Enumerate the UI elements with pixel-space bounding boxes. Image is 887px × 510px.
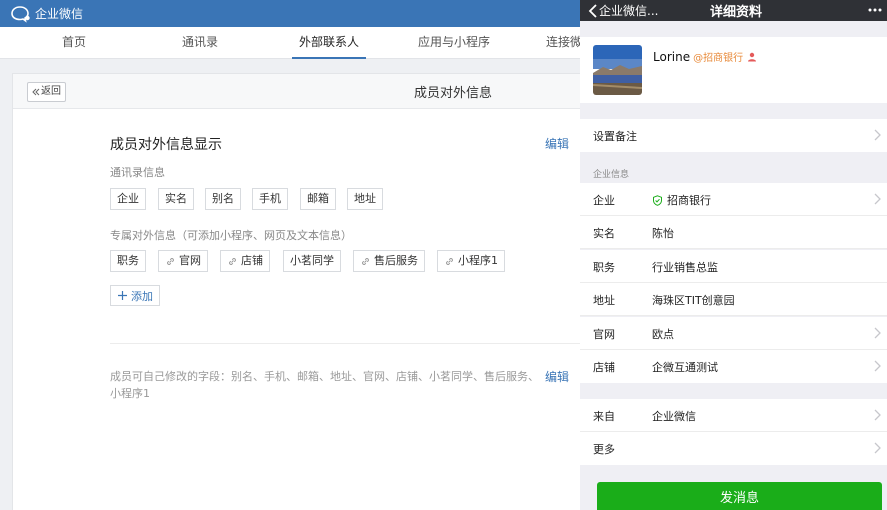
row-label: 官网 — [593, 328, 615, 341]
mobile-profile-view: 企业微信... 详细资料 Lorine @招商银行 设置备注 企业信息 企业 招… — [580, 0, 887, 510]
main-nav: 首页 通讯录 外部联系人 应用与小程序 连接微 — [0, 27, 583, 59]
mobile-header: 企业微信... 详细资料 — [580, 0, 887, 21]
exclusive-chip-miniprogram[interactable]: 小程序1 — [437, 250, 505, 272]
row-value: 陈怡 — [652, 227, 674, 240]
chevron-right-icon — [874, 327, 881, 339]
row-label: 地址 — [593, 294, 615, 307]
exclusive-chip-shop[interactable]: 店铺 — [220, 250, 270, 272]
tab-home[interactable]: 首页 — [62, 27, 86, 59]
field-chip-company: 企业 — [110, 188, 146, 210]
row-value: 企微互通测试 — [652, 361, 718, 374]
mobile-back-button[interactable]: 企业微信... — [588, 2, 658, 19]
chevron-right-icon — [874, 129, 881, 141]
profile-name: Lorine — [653, 49, 691, 64]
chip-label: 官网 — [179, 254, 201, 267]
section-title: 成员对外信息显示 — [110, 137, 222, 153]
row-label: 实名 — [593, 227, 615, 240]
tab-connect[interactable]: 连接微 — [546, 27, 582, 59]
field-chip-address: 地址 — [347, 188, 383, 210]
field-chip-realname: 实名 — [158, 188, 194, 210]
row-label: 来自 — [593, 410, 615, 423]
row-label: 更多 — [593, 443, 615, 456]
row-position: 职务 行业销售总监 — [580, 250, 887, 283]
exclusive-chip-website[interactable]: 官网 — [158, 250, 208, 272]
tab-apps[interactable]: 应用与小程序 — [418, 27, 490, 59]
edit-editable-fields-link[interactable]: 编辑 — [545, 368, 569, 385]
double-chevron-left-icon — [32, 88, 40, 96]
chip-label: 小程序1 — [458, 254, 498, 267]
row-value: 行业销售总监 — [652, 261, 718, 274]
chevron-right-icon — [874, 360, 881, 372]
chevron-right-icon — [874, 193, 881, 205]
row-value: 欧点 — [652, 328, 674, 341]
row-value: 海珠区TIT创意园 — [652, 294, 735, 307]
exclusive-info-label: 专属对外信息（可添加小程序、网页及文本信息） — [110, 229, 352, 242]
panel-title: 成员对外信息 — [414, 86, 493, 101]
row-shop[interactable]: 店铺 企微互通测试 — [580, 350, 887, 383]
row-website[interactable]: 官网 欧点 — [580, 317, 887, 350]
field-chip-email: 邮箱 — [300, 188, 336, 210]
plus-icon — [118, 291, 127, 300]
edit-display-link[interactable]: 编辑 — [545, 135, 569, 152]
verified-shield-icon — [653, 194, 662, 206]
profile-card: Lorine @招商银行 — [580, 37, 887, 103]
row-label: 设置备注 — [593, 130, 637, 143]
tab-external-contacts[interactable]: 外部联系人 — [292, 27, 367, 59]
row-from[interactable]: 来自 企业微信 — [580, 399, 887, 432]
row-label: 店铺 — [593, 361, 615, 374]
more-icon[interactable] — [867, 3, 883, 17]
exclusive-chip-aftersales[interactable]: 售后服务 — [353, 250, 425, 272]
chip-label: 职务 — [117, 254, 139, 267]
row-more[interactable]: 更多 — [580, 432, 887, 465]
row-company[interactable]: 企业 招商银行 — [580, 183, 887, 216]
link-icon — [229, 257, 236, 265]
chip-label: 小茗同学 — [290, 254, 334, 267]
logo[interactable]: 企业微信 — [10, 4, 83, 23]
add-field-label: 添加 — [131, 289, 153, 303]
exclusive-chip-xiaoming[interactable]: 小茗同学 — [283, 250, 341, 272]
person-icon — [748, 52, 757, 61]
divider — [110, 343, 580, 344]
mobile-back-label: 企业微信... — [599, 4, 659, 18]
chevron-right-icon — [874, 409, 881, 421]
row-value: 招商银行 — [652, 192, 711, 208]
avatar-landscape-image — [593, 45, 642, 95]
back-button-label: 返回 — [41, 86, 61, 97]
tab-contacts[interactable]: 通讯录 — [182, 27, 218, 59]
exclusive-chip-position[interactable]: 职务 — [110, 250, 146, 272]
contact-info-label: 通讯录信息 — [110, 166, 165, 179]
wework-logo-icon — [11, 5, 30, 23]
profile-name-line: Lorine @招商银行 — [653, 49, 757, 64]
editable-fields-note: 成员可自己修改的字段：别名、手机、邮箱、地址、官网、店铺、小茗同学、售后服务、小… — [110, 370, 539, 400]
set-remark-row[interactable]: 设置备注 — [580, 119, 887, 152]
link-icon — [446, 257, 453, 265]
mobile-title: 详细资料 — [710, 5, 763, 20]
row-value: 企业微信 — [652, 410, 696, 423]
avatar[interactable] — [593, 45, 642, 95]
panel-header: 返回 成员对外信息 — [13, 74, 583, 109]
link-icon — [362, 257, 369, 265]
logo-text: 企业微信 — [35, 7, 84, 21]
row-label: 企业 — [593, 194, 615, 207]
row-realname: 实名 陈怡 — [580, 216, 887, 249]
member-info-panel: 返回 成员对外信息 成员对外信息显示 编辑 通讯录信息 企业 实名 别名 手机 … — [12, 73, 583, 510]
row-address: 地址 海珠区TIT创意园 — [580, 283, 887, 316]
chip-label: 售后服务 — [374, 254, 418, 267]
link-icon — [167, 257, 174, 265]
chevron-right-icon — [874, 442, 881, 454]
top-bar: 企业微信 — [0, 0, 583, 27]
profile-company-tag: @招商银行 — [693, 53, 744, 64]
field-chip-phone: 手机 — [252, 188, 288, 210]
chip-label: 店铺 — [241, 254, 263, 267]
field-chip-alias: 别名 — [205, 188, 241, 210]
admin-console: 企业微信 首页 通讯录 外部联系人 应用与小程序 连接微 返回 成员对外信息 成… — [0, 0, 583, 510]
send-message-button[interactable]: 发消息 — [597, 482, 882, 510]
row-label: 职务 — [593, 261, 615, 274]
back-button[interactable]: 返回 — [27, 82, 66, 102]
row-value-text: 招商银行 — [667, 194, 711, 207]
add-field-button[interactable]: 添加 — [110, 285, 160, 306]
company-info-group-label: 企业信息 — [593, 170, 630, 180]
chevron-left-icon — [588, 3, 597, 18]
